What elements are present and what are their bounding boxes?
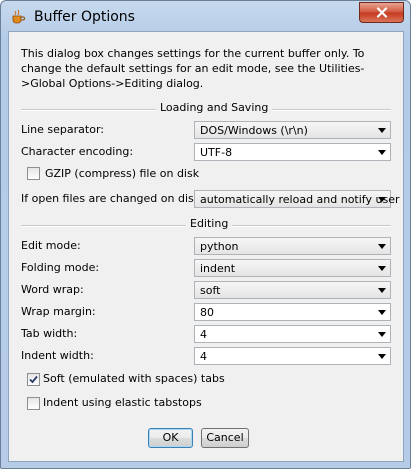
indent-width-label: Indent width: xyxy=(21,349,94,362)
line-separator-label: Line separator: xyxy=(21,123,104,136)
cancel-button[interactable]: Cancel xyxy=(201,428,249,448)
gzip-label[interactable]: GZIP (compress) file on disk xyxy=(45,167,199,180)
close-button[interactable] xyxy=(359,2,404,23)
word-wrap-label: Word wrap: xyxy=(21,283,84,296)
tab-width-combo[interactable]: 4 xyxy=(194,325,391,343)
character-encoding-value: UTF-8 xyxy=(200,146,233,159)
tab-width-label: Tab width: xyxy=(21,327,78,340)
chevron-down-icon xyxy=(378,310,386,315)
title-bar[interactable]: Buffer Options xyxy=(1,1,410,31)
checkmark-icon xyxy=(29,375,38,384)
chevron-down-icon xyxy=(378,244,386,249)
character-encoding-label: Character encoding: xyxy=(21,145,134,158)
chevron-down-icon xyxy=(378,150,386,155)
close-icon xyxy=(376,7,387,18)
soft-tabs-checkbox[interactable] xyxy=(27,373,40,386)
chevron-down-icon xyxy=(378,332,386,337)
chevron-down-icon xyxy=(378,288,386,293)
chevron-down-icon xyxy=(378,354,386,359)
gzip-checkbox[interactable] xyxy=(27,167,40,180)
wrap-margin-value: 80 xyxy=(200,306,214,319)
section-title-loading: Loading and Saving xyxy=(156,101,273,114)
files-changed-value: automatically reload and notify user xyxy=(200,193,400,206)
wrap-margin-combo[interactable]: 80 xyxy=(194,303,391,321)
folding-mode-label: Folding mode: xyxy=(21,261,100,274)
line-separator-select[interactable]: DOS/Windows (\r\n) xyxy=(194,121,391,139)
coffee-cup-icon xyxy=(10,9,26,25)
files-changed-label: If open files are changed on disk: xyxy=(21,192,204,205)
edit-mode-value: python xyxy=(200,240,239,253)
folding-mode-value: indent xyxy=(200,262,236,275)
dialog-content: This dialog box changes settings for the… xyxy=(8,31,404,462)
folding-mode-select[interactable]: indent xyxy=(194,259,391,277)
section-title-editing: Editing xyxy=(186,217,233,230)
tab-width-value: 4 xyxy=(200,328,207,341)
line-separator-value: DOS/Windows (\r\n) xyxy=(200,124,308,137)
elastic-tabstops-checkbox[interactable] xyxy=(27,397,40,410)
chevron-down-icon xyxy=(378,266,386,271)
word-wrap-value: soft xyxy=(200,284,221,297)
files-changed-select[interactable]: automatically reload and notify user xyxy=(194,190,399,208)
edit-mode-label: Edit mode: xyxy=(21,239,81,252)
indent-width-value: 4 xyxy=(200,350,207,363)
character-encoding-combo[interactable]: UTF-8 xyxy=(194,143,391,161)
word-wrap-select[interactable]: soft xyxy=(194,281,391,299)
chevron-down-icon xyxy=(378,128,386,133)
indent-width-combo[interactable]: 4 xyxy=(194,347,391,365)
chevron-down-icon xyxy=(378,197,386,202)
ok-button[interactable]: OK xyxy=(148,428,193,448)
window-title: Buffer Options xyxy=(34,9,135,25)
buffer-options-dialog: Buffer Options This dialog box changes s… xyxy=(0,0,411,469)
elastic-tabstops-label[interactable]: Indent using elastic tabstops xyxy=(43,396,202,409)
soft-tabs-label[interactable]: Soft (emulated with spaces) tabs xyxy=(43,372,225,385)
edit-mode-select[interactable]: python xyxy=(194,237,391,255)
wrap-margin-label: Wrap margin: xyxy=(21,305,96,318)
intro-text: This dialog box changes settings for the… xyxy=(21,47,365,90)
